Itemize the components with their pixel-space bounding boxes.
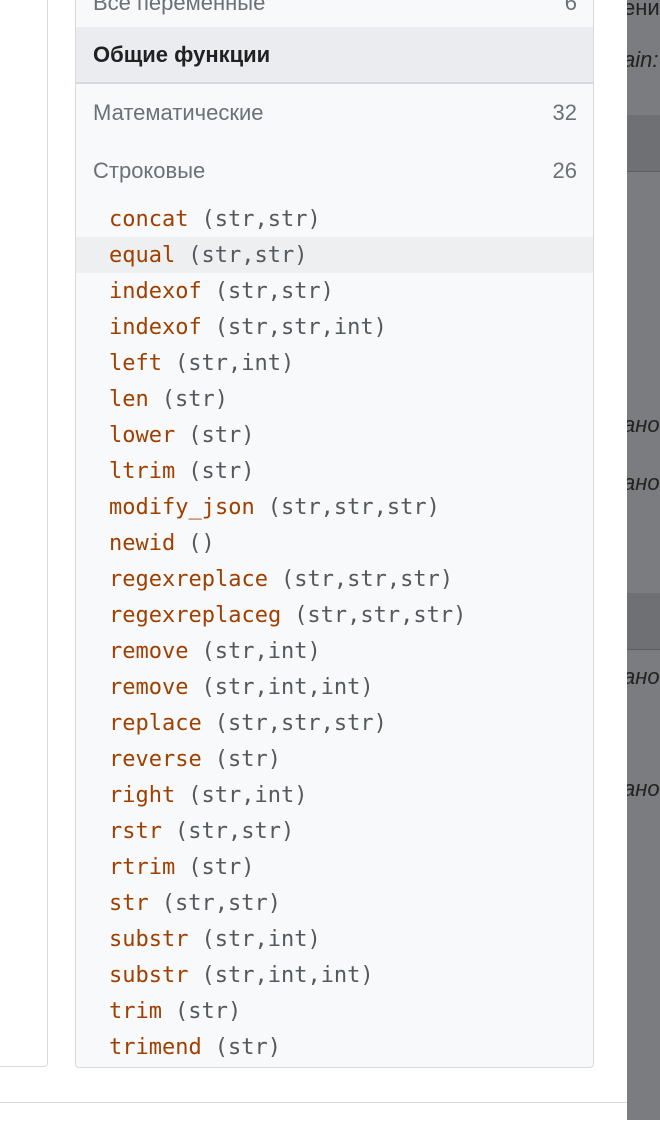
function-item[interactable]: trimend (str) — [76, 1029, 593, 1065]
function-name: lower — [109, 422, 176, 448]
function-args: (str,str) — [188, 242, 308, 268]
category-label: Общие функции — [93, 41, 271, 67]
function-item[interactable]: concat (str,str) — [76, 201, 593, 237]
function-name: str — [109, 890, 149, 916]
function-name: indexof — [109, 278, 202, 304]
category-count: 26 — [552, 158, 577, 183]
left-panel — [0, 0, 48, 1067]
background-overlay: ени ain: ано ано ано ано — [627, 0, 660, 1120]
string-function-list: concat (str,str) equal (str,str) indexof (s… — [76, 201, 593, 1065]
function-name: len — [109, 386, 149, 412]
function-item[interactable]: str (str,str) — [76, 885, 593, 921]
background-text-fragment: ано — [627, 412, 660, 437]
function-name: equal — [109, 242, 176, 268]
function-item[interactable]: lower (str) — [76, 417, 593, 453]
function-name: ltrim — [109, 458, 176, 484]
function-name: remove — [109, 674, 189, 700]
function-args: (str) — [214, 1034, 281, 1060]
function-args: (str) — [188, 854, 255, 880]
function-item[interactable]: regexreplace (str,str,str) — [76, 561, 593, 597]
function-name: indexof — [109, 314, 202, 340]
function-item[interactable]: replace (str,str,str) — [76, 705, 593, 741]
function-args: (str) — [188, 458, 255, 484]
function-args: () — [188, 530, 215, 556]
category-label: Математические — [93, 100, 264, 125]
function-args: (str,str) — [174, 818, 295, 844]
function-name: substr — [109, 926, 189, 952]
function-args: (str) — [174, 998, 242, 1024]
function-name: newid — [109, 530, 176, 556]
background-divider — [627, 649, 660, 650]
background-text-fragment: ain: — [627, 47, 659, 72]
function-item[interactable]: equal (str,str) — [76, 237, 593, 273]
background-header-band — [627, 593, 660, 649]
function-item[interactable]: indexof (str,str) — [76, 273, 593, 309]
function-item[interactable]: substr (str,int,int) — [76, 957, 593, 993]
function-name: rstr — [109, 818, 162, 844]
function-name: trimend — [109, 1034, 202, 1060]
category-label: Все переменные — [93, 0, 266, 15]
function-item[interactable]: right (str,int) — [76, 777, 593, 813]
function-name: left — [109, 350, 162, 376]
function-name: replace — [109, 710, 202, 736]
category-all-variables[interactable]: Все переменные 6 — [76, 0, 593, 21]
function-args: (str,int) — [188, 782, 308, 808]
background-text-fragment: ано — [627, 470, 660, 495]
function-args: (str,str) — [214, 278, 334, 304]
function-name: modify_json — [109, 494, 255, 520]
function-args: (str,int) — [201, 926, 321, 952]
function-item[interactable]: modify_json (str,str,str) — [76, 489, 593, 525]
function-args: (str,int) — [174, 350, 295, 376]
function-name: trim — [109, 998, 162, 1024]
function-name: substr — [109, 962, 189, 988]
background-text-fragment: ени — [627, 0, 660, 20]
function-item[interactable]: rtrim (str) — [76, 849, 593, 885]
function-args: (str,int) — [201, 638, 321, 664]
function-item[interactable]: remove (str,int,int) — [76, 669, 593, 705]
function-name: rtrim — [109, 854, 176, 880]
function-item[interactable]: newid () — [76, 525, 593, 561]
function-item[interactable]: regexreplaceg (str,str,str) — [76, 597, 593, 633]
function-args: (str) — [188, 422, 255, 448]
function-args: (str,int,int) — [201, 674, 374, 700]
function-args: (str,str,int) — [214, 314, 387, 340]
function-args: (str,str,str) — [214, 710, 387, 736]
function-browser-panel: Все переменные 6 Общие функции Математич… — [75, 0, 594, 1068]
function-args: (str,str) — [201, 206, 321, 232]
background-text-fragment: ано — [627, 776, 660, 801]
function-args: (str,str,str) — [267, 494, 440, 520]
function-args: (str,int,int) — [201, 962, 374, 988]
function-name: reverse — [109, 746, 202, 772]
category-count: 32 — [552, 100, 577, 125]
function-args: (str,str,str) — [294, 602, 467, 628]
bottom-strip — [0, 1102, 628, 1121]
function-name: right — [109, 782, 176, 808]
function-name: concat — [109, 206, 189, 232]
function-item[interactable]: len (str) — [76, 381, 593, 417]
function-name: regexreplaceg — [109, 602, 282, 628]
category-label: Строковые — [93, 158, 206, 183]
function-item[interactable]: left (str,int) — [76, 345, 593, 381]
category-math[interactable]: Математические 32 — [76, 95, 593, 131]
function-args: (str,str) — [161, 890, 281, 916]
background-header-band — [627, 115, 660, 171]
function-item[interactable]: rstr (str,str) — [76, 813, 593, 849]
function-args: (str,str,str) — [280, 566, 454, 592]
category-string[interactable]: Строковые 26 — [76, 153, 593, 189]
function-item[interactable]: remove (str,int) — [76, 633, 593, 669]
function-name: regexreplace — [109, 566, 268, 592]
background-divider — [627, 171, 660, 172]
function-item[interactable]: reverse (str) — [76, 741, 593, 777]
function-item[interactable]: indexof (str,str,int) — [76, 309, 593, 345]
function-args: (str) — [161, 386, 228, 412]
category-count: 6 — [564, 0, 577, 15]
function-item[interactable]: substr (str,int) — [76, 921, 593, 957]
category-general-functions-header[interactable]: Общие функции — [76, 27, 593, 84]
function-args: (str) — [214, 746, 281, 772]
background-text-fragment: ано — [627, 664, 660, 689]
function-item[interactable]: trim (str) — [76, 993, 593, 1029]
function-item[interactable]: ltrim (str) — [76, 453, 593, 489]
function-name: remove — [109, 638, 189, 664]
